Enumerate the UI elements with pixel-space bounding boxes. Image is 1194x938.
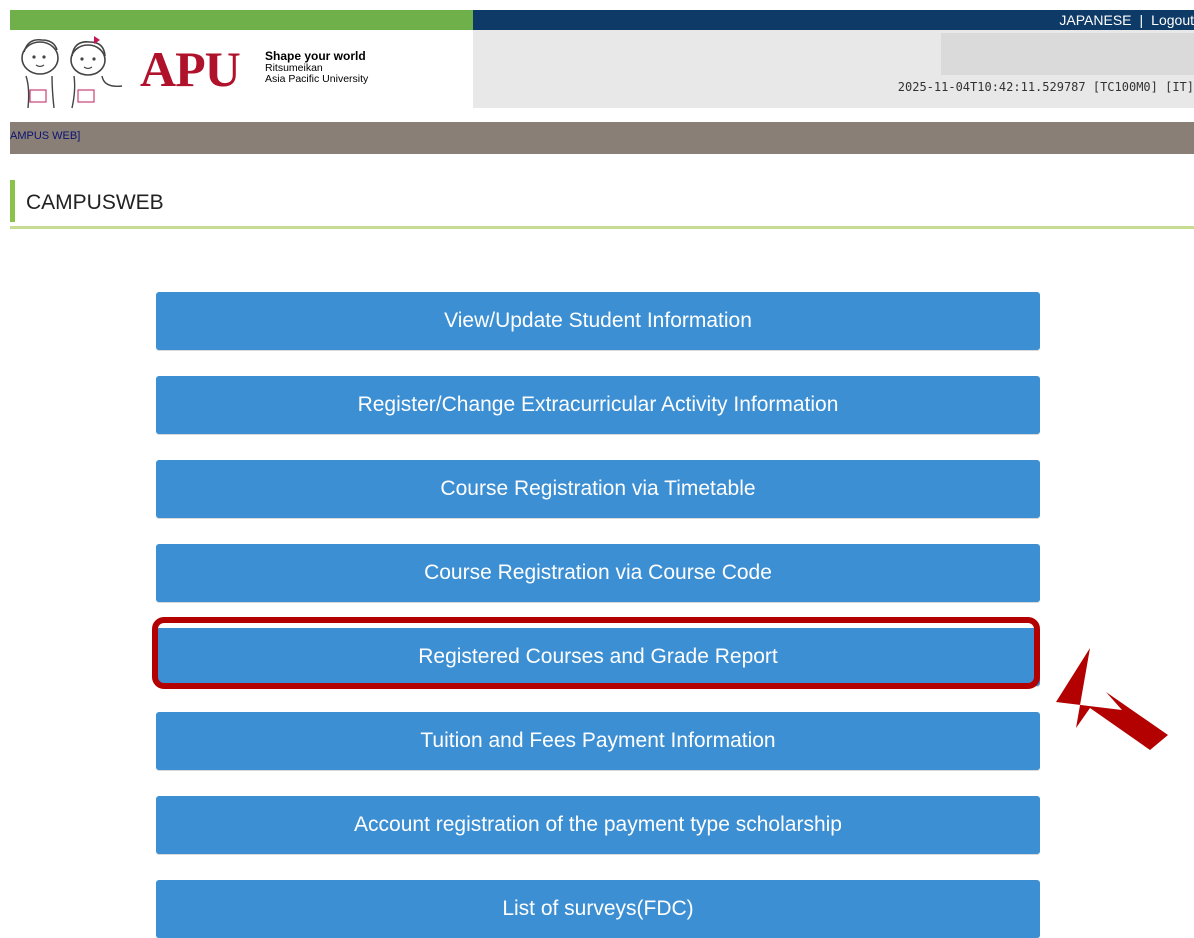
course-registration-timetable-button[interactable]: Course Registration via Timetable	[156, 460, 1040, 518]
brand-text: Shape your world Ritsumeikan Asia Pacifi…	[265, 50, 368, 85]
extracurricular-activity-button[interactable]: Register/Change Extracurricular Activity…	[156, 376, 1040, 434]
page-title: CAMPUSWEB	[26, 191, 164, 214]
mascot-icon	[21, 36, 123, 109]
apu-logo: APU	[140, 41, 241, 97]
breadcrumb[interactable]: AMPUS WEB]	[10, 130, 80, 142]
timestamp: 2025-11-04T10:42:11.529787 [TC100M0] [IT…	[897, 80, 1194, 94]
user-info-box	[941, 33, 1194, 75]
header-green-bar	[10, 10, 473, 30]
view-update-student-info-button[interactable]: View/Update Student Information	[156, 292, 1040, 350]
nav-separator: |	[1139, 12, 1144, 28]
tuition-fees-payment-button[interactable]: Tuition and Fees Payment Information	[156, 712, 1040, 770]
university-name-line1: Ritsumeikan	[265, 61, 323, 74]
course-registration-code-button[interactable]: Course Registration via Course Code	[156, 544, 1040, 602]
section-header: CAMPUSWEB	[10, 180, 1194, 229]
arrow-pointer-icon	[1056, 648, 1168, 750]
title-accent	[10, 180, 15, 222]
highlight-box	[152, 617, 1040, 689]
breadcrumb-bar	[10, 122, 1194, 154]
top-nav: JAPANESE | Logout	[1059, 10, 1194, 30]
main-menu: View/Update Student Information Register…	[156, 292, 1040, 938]
logout-link[interactable]: Logout	[1151, 12, 1194, 28]
list-of-surveys-button[interactable]: List of surveys(FDC)	[156, 880, 1040, 938]
tagline: Shape your world	[265, 49, 366, 63]
university-name-line2: Asia Pacific University	[265, 72, 369, 85]
scholarship-account-registration-button[interactable]: Account registration of the payment type…	[156, 796, 1040, 854]
japanese-link[interactable]: JAPANESE	[1059, 12, 1131, 28]
